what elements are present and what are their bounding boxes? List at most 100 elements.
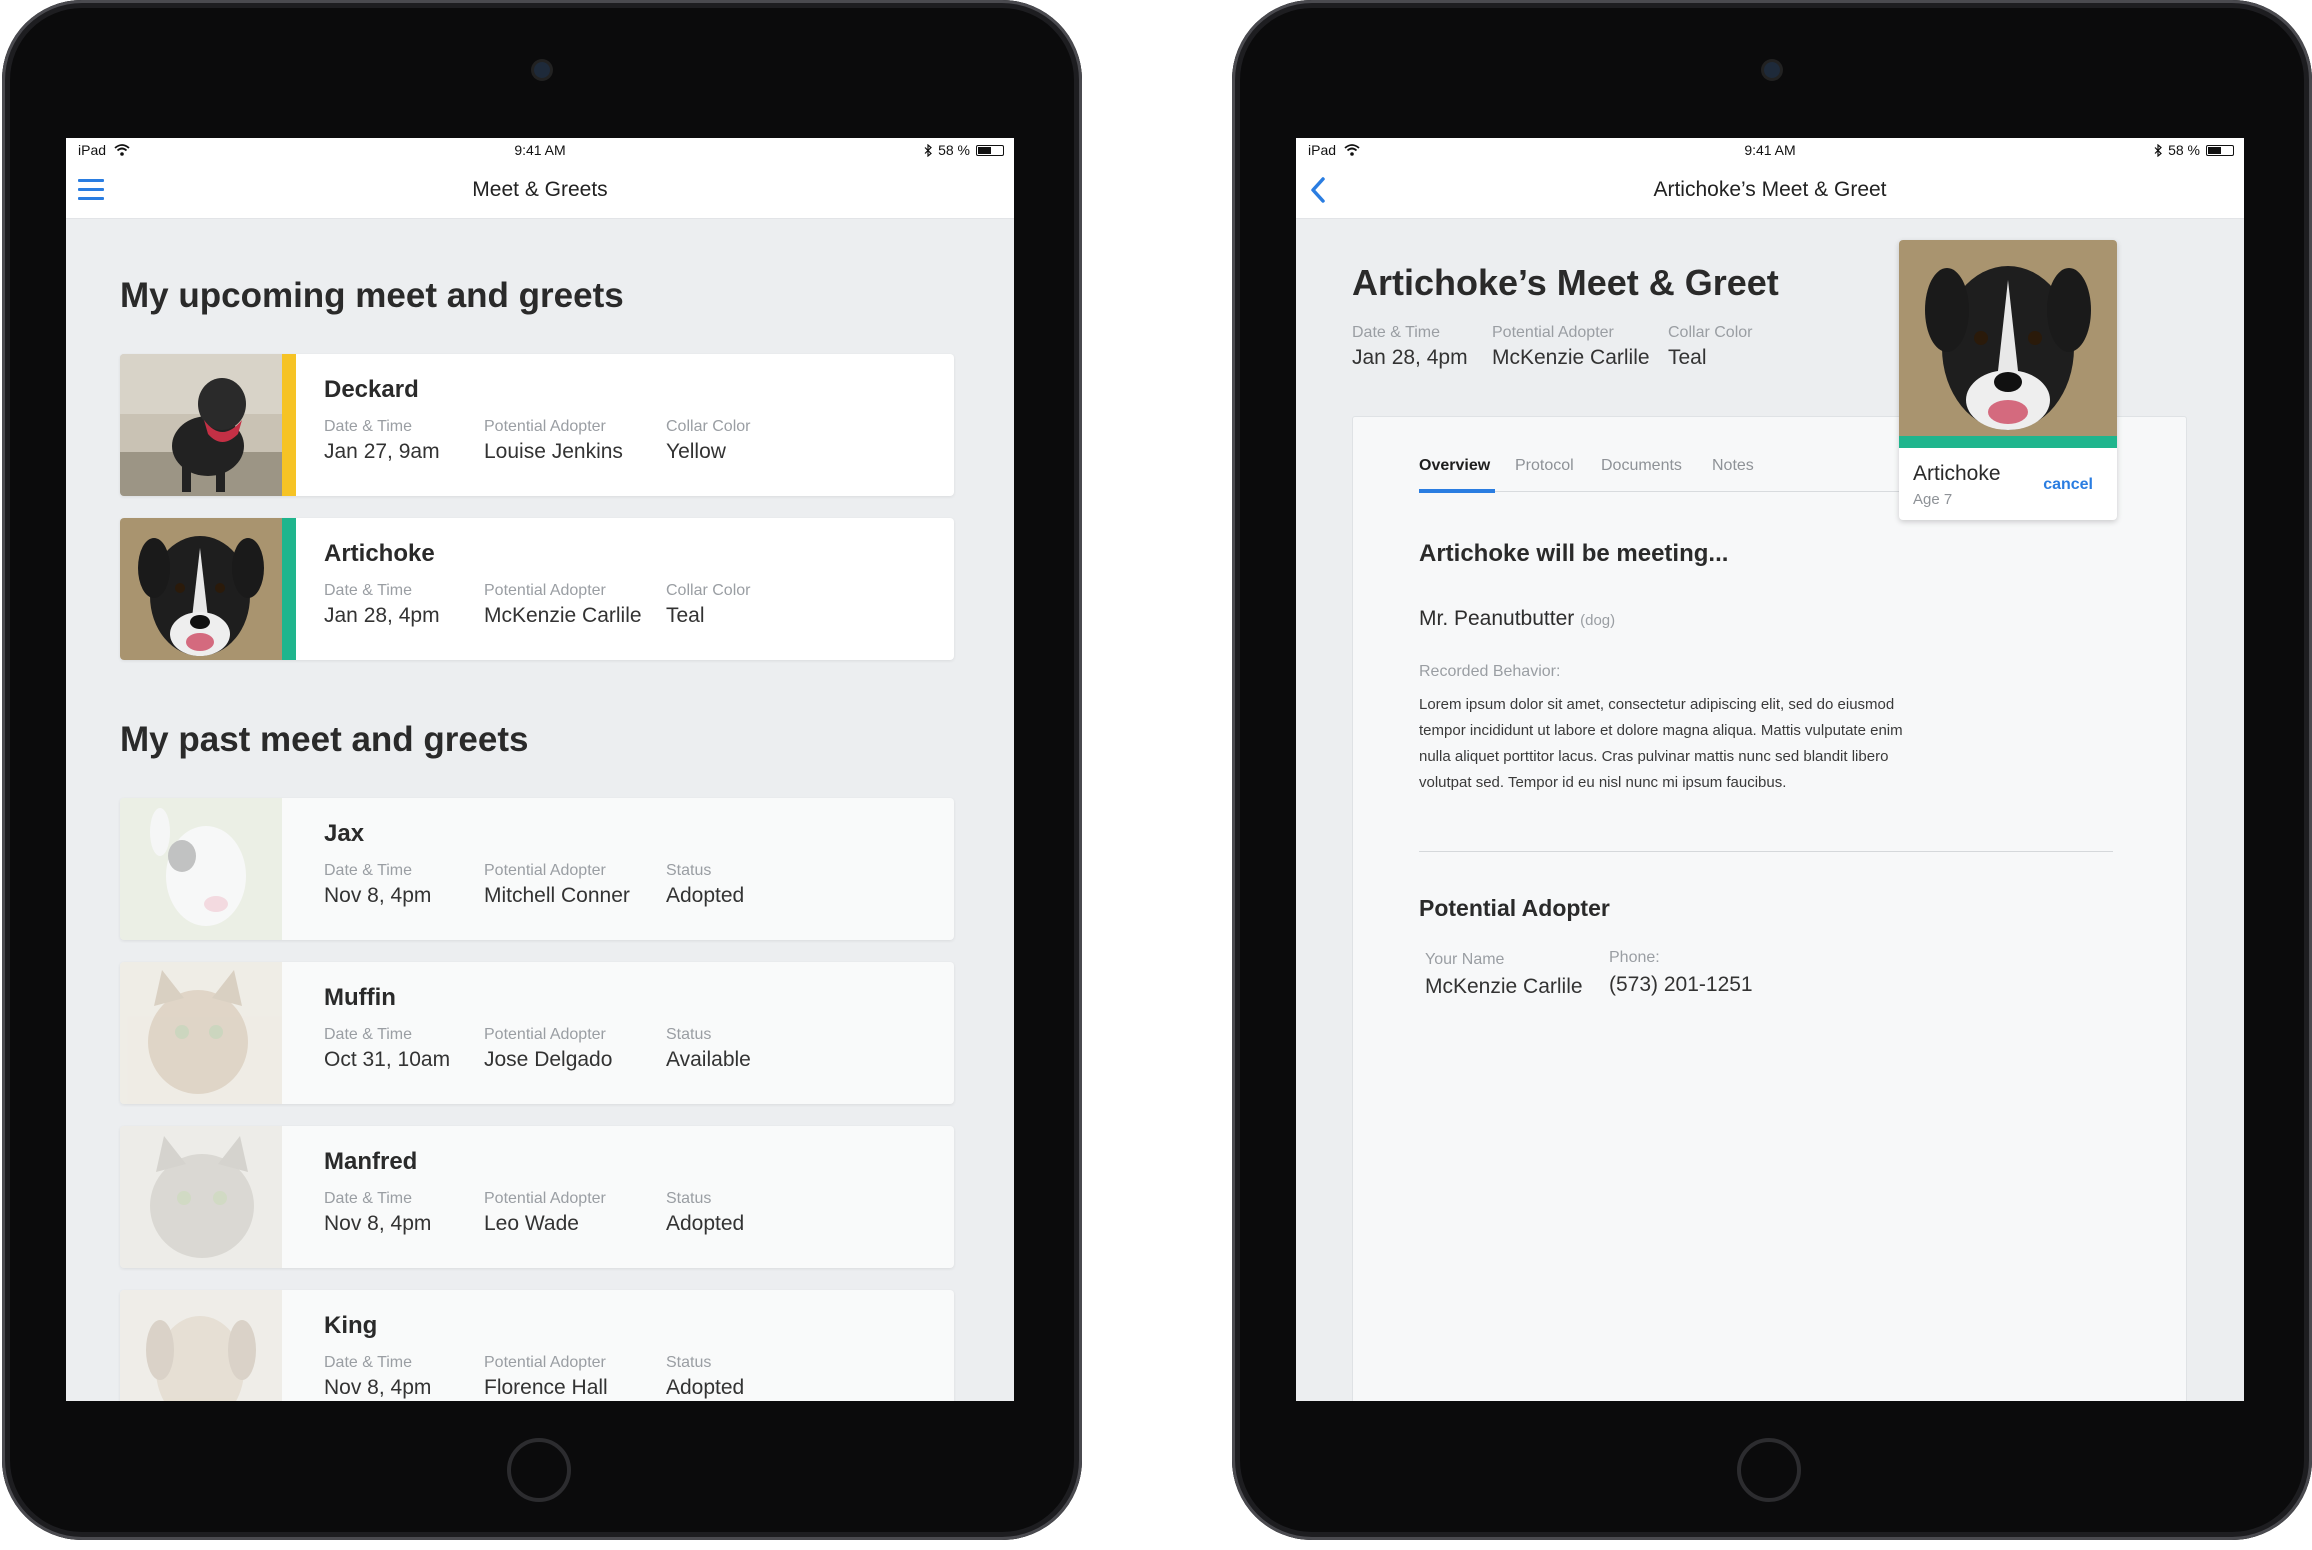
pet-photo-muffin [120,962,282,1104]
front-camera [1764,62,1780,78]
status-time: 9:41 AM [1744,142,1796,158]
adopter-section-title: Potential Adopter [1419,895,1610,921]
peer-name: Mr. Peanutbutter [1419,607,1575,630]
battery-fill [2208,146,2221,154]
date-label: Date & Time [324,418,413,435]
date-value: Nov 8, 4pm [324,1376,432,1399]
past-card-jax[interactable]: Jax Date & Time Nov 8, 4pm Potential Ado… [120,798,954,940]
adopter-value: Florence Hall [484,1376,608,1399]
pet-name: King [324,1312,378,1339]
date-value: Jan 28, 4pm [1352,346,1468,369]
past-card-king[interactable]: King Date & Time Nov 8, 4pm Potential Ad… [120,1290,954,1401]
adopter-label: Potential Adopter [484,1026,606,1043]
tab-protocol[interactable]: Protocol [1515,457,1574,475]
nav-title: Meet & Greets [472,178,608,201]
battery-percent: 58 % [2168,142,2200,158]
front-camera [534,62,550,78]
status-value: Available [666,1048,751,1071]
status-value: Adopted [666,1212,745,1235]
adopter-label: Potential Adopter [484,1354,606,1371]
status-label: Status [666,1026,712,1043]
status-bar: iPad 9:41 AM 58 % [1296,138,2244,162]
pet-photo-artichoke [120,518,282,660]
date-value: Nov 8, 4pm [324,884,432,907]
tab-overview[interactable]: Overview [1419,457,1490,475]
upcoming-card-deckard[interactable]: Deckard Date & Time Jan 27, 9am Potentia… [120,354,954,496]
pet-photo-manfred [120,1126,282,1268]
pet-photo-artichoke [1899,240,2117,436]
date-label: Date & Time [324,582,413,599]
collar-value: Yellow [666,440,726,463]
collar-label: Collar Color [1668,324,1753,341]
status-label: Status [666,1190,712,1207]
pet-card-name: Artichoke [1913,462,2001,485]
phone-label: Phone: [1609,949,1660,966]
page-title: Artichoke’s Meet & Greet [1352,262,1779,303]
adopter-label: Potential Adopter [484,1190,606,1207]
pet-name: Deckard [324,376,419,403]
battery-icon [2206,144,2234,156]
collar-color-band [282,518,296,660]
pet-photo-deckard [120,354,282,496]
collar-color-band [1899,436,2117,448]
your-name-label: Your Name [1425,951,1505,968]
phone-value[interactable]: (573) 201-1251 [1609,973,1753,997]
pet-photo-king [120,1290,282,1401]
battery-icon [976,144,1004,156]
meet-greet-detail-screen: iPad 9:41 AM 58 % Artichoke’s Meet & Gre… [1296,138,2244,1401]
adopter-value: Jose Delgado [484,1048,613,1071]
date-label: Date & Time [324,1190,413,1207]
past-section-title: My past meet and greets [120,720,529,759]
collar-value: Teal [1668,346,1707,369]
peer-pet: Mr. Peanutbutter (dog) [1419,607,1615,631]
home-button[interactable] [507,1438,571,1502]
past-card-manfred[interactable]: Manfred Date & Time Nov 8, 4pm Potential… [120,1126,954,1268]
peer-kind: (dog) [1580,612,1616,629]
cancel-button[interactable]: cancel [2043,476,2093,494]
meet-greets-screen: iPad 9:41 AM 58 % Meet & Greets My upcom… [66,138,1014,1401]
behavior-label: Recorded Behavior: [1419,663,1561,680]
adopter-label: Potential Adopter [1492,324,1614,341]
ipad-right: iPad 9:41 AM 58 % Artichoke’s Meet & Gre… [1232,0,2312,1540]
pet-name: Manfred [324,1148,418,1175]
active-tab-indicator [1419,489,1495,493]
date-label: Date & Time [324,1354,413,1371]
collar-color-band [282,354,296,496]
detail-panel: Overview Protocol Documents Notes Artich… [1352,416,2187,1401]
adopter-value: McKenzie Carlile [484,604,642,627]
adopter-value: Leo Wade [484,1212,579,1235]
pet-name: Muffin [324,984,396,1011]
status-value: Adopted [666,1376,745,1399]
adopter-value: Mitchell Conner [484,884,630,907]
home-button[interactable] [1737,1438,1801,1502]
nav-bar: Meet & Greets [66,162,1014,219]
status-label: Status [666,862,712,879]
collar-label: Collar Color [666,582,751,599]
upcoming-card-artichoke[interactable]: Artichoke Date & Time Jan 28, 4pm Potent… [120,518,954,660]
status-right: 58 % [924,142,1004,158]
collar-value: Teal [666,604,705,627]
tab-documents[interactable]: Documents [1601,457,1682,475]
pet-profile-card: Artichoke Age 7 cancel [1899,240,2117,520]
nav-title: Artichoke’s Meet & Greet [1653,178,1887,201]
collar-label: Collar Color [666,418,751,435]
ipad-left: iPad 9:41 AM 58 % Meet & Greets My upcom… [2,0,1082,1540]
past-card-muffin[interactable]: Muffin Date & Time Oct 31, 10am Potentia… [120,962,954,1104]
pet-name: Artichoke [324,540,435,567]
status-right: 58 % [2154,142,2234,158]
your-name-value: McKenzie Carlile [1425,975,1583,998]
status-label: Status [666,1354,712,1371]
pet-name: Jax [324,820,365,847]
adopter-value: Louise Jenkins [484,440,623,463]
nav-bar: Artichoke’s Meet & Greet [1296,162,2244,219]
pet-photo-jax [120,798,282,940]
status-time: 9:41 AM [514,142,566,158]
status-bar: iPad 9:41 AM 58 % [66,138,1014,162]
date-value: Nov 8, 4pm [324,1212,432,1235]
behavior-text: Lorem ipsum dolor sit amet, consectetur … [1419,696,1903,791]
battery-percent: 58 % [938,142,970,158]
date-label: Date & Time [324,1026,413,1043]
meeting-title: Artichoke will be meeting... [1419,540,1729,567]
pet-card-age: Age 7 [1913,491,1953,508]
tab-notes[interactable]: Notes [1712,457,1754,475]
